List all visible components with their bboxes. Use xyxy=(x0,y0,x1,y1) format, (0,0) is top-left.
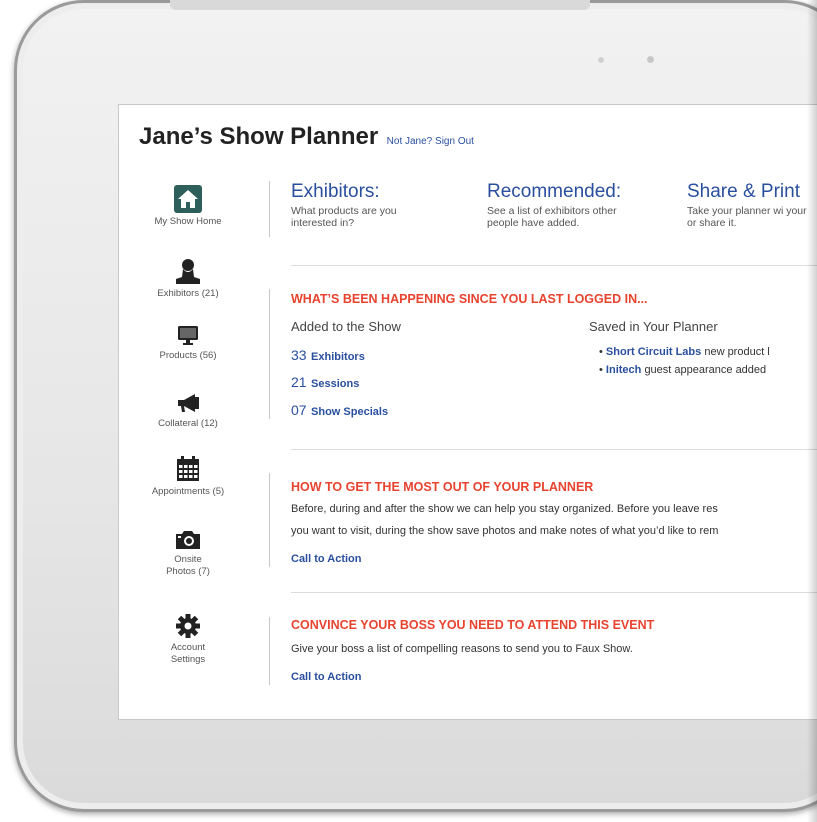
divider xyxy=(269,181,270,237)
divider xyxy=(291,265,817,266)
sidebar-item-exhibitors[interactable]: Exhibitors (21) xyxy=(119,257,257,300)
divider xyxy=(269,289,270,419)
sidebar-item-label: Appointments (5) xyxy=(151,486,225,497)
sidebar-item-collateral[interactable]: Collateral (12) xyxy=(119,391,257,430)
divider xyxy=(269,473,270,567)
sidebar-item-label-line2: Photos (7) xyxy=(166,566,210,577)
convince-text: Give your boss a list of compelling reas… xyxy=(291,643,633,655)
card-title: Exhibitors: xyxy=(291,181,380,202)
divider xyxy=(291,592,817,593)
camera-icon xyxy=(176,531,200,549)
card-title: Recommended: xyxy=(487,181,622,202)
home-icon xyxy=(174,185,202,213)
sidebar-item-onsite-photos[interactable]: Onsite Photos (7) xyxy=(119,529,257,578)
gear-icon xyxy=(176,614,200,638)
card-exhibitors[interactable]: Exhibitors: What products are you intere… xyxy=(291,181,441,229)
sidebar-item-my-show-home[interactable]: My Show Home xyxy=(119,185,257,228)
stat-number: 07 xyxy=(291,402,307,418)
sensor-dot xyxy=(598,57,604,63)
saved-in-planner-heading: Saved in Your Planner xyxy=(589,319,718,334)
stat-label: Exhibitors xyxy=(311,351,365,363)
card-description: See a list of exhibitors other people ha… xyxy=(487,205,617,229)
saved-item-text: guest appearance added xyxy=(644,364,767,376)
card-share-print[interactable]: Share & Print Take your planner wi your … xyxy=(687,181,815,229)
tablet-edge-shadow xyxy=(807,0,817,822)
sidebar-item-products[interactable]: Products (56) xyxy=(119,323,257,362)
card-title: Share & Print xyxy=(687,181,800,202)
stat-label: Sessions xyxy=(311,378,360,390)
camera-dot xyxy=(647,56,654,63)
header: Jane’s Show Planner Not Jane? Sign Out xyxy=(139,123,474,151)
divider xyxy=(269,617,270,685)
sidebar-item-label-line1: Account xyxy=(170,642,206,653)
megaphone-icon xyxy=(178,394,199,412)
person-icon xyxy=(176,259,200,284)
sidebar-item-label: Products (56) xyxy=(159,350,217,361)
saved-item-link[interactable]: Initech xyxy=(606,364,641,376)
sidebar-item-label: My Show Home xyxy=(154,216,222,227)
stat-label: Show Specials xyxy=(311,406,389,418)
divider xyxy=(291,449,817,450)
monitor-icon xyxy=(178,326,198,345)
stat-exhibitors[interactable]: 33 Exhibitors xyxy=(291,347,365,365)
calendar-icon xyxy=(177,456,199,481)
sidebar-item-label-line1: Onsite xyxy=(174,554,202,565)
sidebar-item-account-settings[interactable]: Account Settings xyxy=(119,613,257,666)
howto-call-to-action-link[interactable]: Call to Action xyxy=(291,553,361,565)
sidebar-item-label-line2: Settings xyxy=(170,654,206,665)
stat-show-specials[interactable]: 07 Show Specials xyxy=(291,402,388,420)
section-heading-howto: HOW TO GET THE MOST OUT OF YOUR PLANNER xyxy=(291,480,594,494)
saved-item-link[interactable]: Short Circuit Labs xyxy=(606,346,701,358)
sign-out-link[interactable]: Not Jane? Sign Out xyxy=(387,136,474,147)
stat-sessions[interactable]: 21 Sessions xyxy=(291,374,359,392)
page-title: Jane’s Show Planner xyxy=(139,123,379,150)
saved-item-text: new product l xyxy=(704,346,770,358)
added-to-show-heading: Added to the Show xyxy=(291,319,401,334)
tablet-top-edge xyxy=(170,0,590,10)
stat-number: 33 xyxy=(291,347,307,363)
section-heading-convince: CONVINCE YOUR BOSS YOU NEED TO ATTEND TH… xyxy=(291,618,655,632)
stat-number: 21 xyxy=(291,374,307,390)
convince-call-to-action-link[interactable]: Call to Action xyxy=(291,671,361,683)
sidebar-item-label: Collateral (12) xyxy=(158,418,218,429)
section-heading-happening: WHAT’S BEEN HAPPENING SINCE YOU LAST LOG… xyxy=(291,292,648,306)
card-description: Take your planner wi your or share it. xyxy=(687,205,807,229)
sidebar-item-label: Exhibitors (21) xyxy=(157,288,219,299)
card-description: What products are you interested in? xyxy=(291,205,397,229)
saved-item: • Initech guest appearance added xyxy=(599,364,767,376)
planner-screen: Jane’s Show Planner Not Jane? Sign Out M… xyxy=(118,104,817,720)
sidebar-item-appointments[interactable]: Appointments (5) xyxy=(119,455,257,498)
howto-text-line2: you want to visit, during the show save … xyxy=(291,525,719,537)
saved-item: • Short Circuit Labs new product l xyxy=(599,346,770,358)
howto-text-line1: Before, during and after the show we can… xyxy=(291,503,718,515)
card-recommended[interactable]: Recommended: See a list of exhibitors ot… xyxy=(487,181,637,229)
